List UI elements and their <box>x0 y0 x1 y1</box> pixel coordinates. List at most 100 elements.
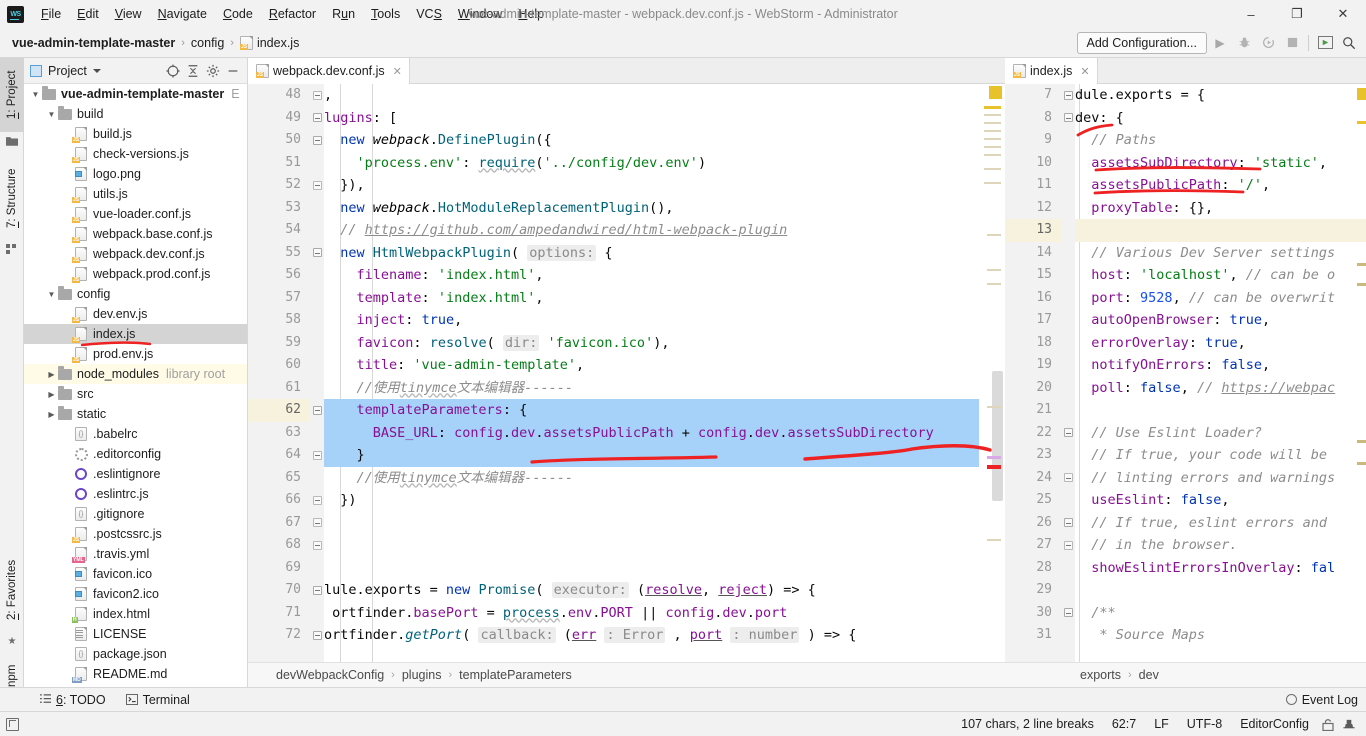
menu-navigate[interactable]: Navigate <box>150 3 215 26</box>
tree-item-static[interactable]: ▶ static <box>24 404 247 424</box>
status-line-separator[interactable]: LF <box>1145 717 1178 731</box>
menu-window[interactable]: Window <box>450 3 510 26</box>
code-line[interactable]: favicon: resolve( dir: 'favicon.ico'), <box>324 332 979 355</box>
code-line[interactable]: * Source Maps <box>1075 624 1366 647</box>
gear-icon[interactable] <box>203 61 223 81</box>
tree-item-vue-loader-conf-js[interactable]: JS vue-loader.conf.js <box>24 204 247 224</box>
lock-icon[interactable] <box>1318 718 1338 731</box>
tab-index-js[interactable]: index.js ✕ <box>1005 58 1098 84</box>
tree-item-gitignore[interactable]: {} .gitignore <box>24 504 247 524</box>
code-line[interactable]: assetsSubDirectory: 'static', <box>1075 152 1366 175</box>
code-line[interactable]: useEslint: false, <box>1075 489 1366 512</box>
tool-window-todo[interactable]: 6: TODO <box>30 688 116 712</box>
code-line[interactable]: poll: false, // https://webpac <box>1075 377 1366 400</box>
tree-item-postcssrc-js[interactable]: JS .postcssrc.js <box>24 524 247 544</box>
fold-gutter-left[interactable] <box>310 84 324 662</box>
warning-marker[interactable] <box>1357 263 1366 266</box>
breadcrumb-config[interactable]: config <box>188 35 227 51</box>
project-tree[interactable]: ▼ vue-admin-template-master E ▼ build JS build… <box>24 84 247 687</box>
code-line[interactable]: filename: 'index.html', <box>324 264 979 287</box>
code-line[interactable]: ortfinder.getPort( callback: (err : Erro… <box>324 624 979 647</box>
code-line[interactable]: autoOpenBrowser: true, <box>1075 309 1366 332</box>
run-with-coverage-icon[interactable] <box>1257 32 1279 54</box>
tree-item-favicon-ico[interactable]: favicon.ico <box>24 564 247 584</box>
menu-run[interactable]: Run <box>324 3 363 26</box>
code-line[interactable]: new webpack.DefinePlugin({ <box>324 129 979 152</box>
tree-item-utils-js[interactable]: JS utils.js <box>24 184 247 204</box>
code-line[interactable]: //使用tinymce文本编辑器------ <box>324 377 979 400</box>
warning-marker[interactable] <box>1357 88 1366 100</box>
tree-item-check-versions-js[interactable]: JS check-versions.js <box>24 144 247 164</box>
code-line[interactable]: ortfinder.basePort = process.env.PORT ||… <box>324 602 979 625</box>
fold-marker[interactable] <box>310 512 324 535</box>
code-line[interactable]: showEslintErrorsInOverlay: fal <box>1075 557 1366 580</box>
tree-item-editorconfig[interactable]: .editorconfig <box>24 444 247 464</box>
code-line[interactable]: // If true, your code will be <box>1075 444 1366 467</box>
code-line[interactable]: new HtmlWebpackPlugin( options: { <box>324 242 979 265</box>
code-line[interactable]: // https://github.com/ampedandwired/html… <box>324 219 979 242</box>
close-button[interactable]: ✕ <box>1320 0 1366 28</box>
code-line[interactable]: }), <box>324 174 979 197</box>
code-area-left[interactable]: , lugins: [ new webpack.DefinePlugin({ 'p… <box>324 84 979 662</box>
warning-marker[interactable] <box>987 283 1001 285</box>
warning-marker[interactable] <box>987 269 1001 271</box>
layout-icon[interactable] <box>1314 32 1336 54</box>
menu-file[interactable]: File <box>33 3 69 26</box>
warning-marker[interactable] <box>1357 440 1366 443</box>
tree-item-index-js[interactable]: JS index.js <box>24 324 247 344</box>
code-line[interactable]: // Use Eslint Loader? <box>1075 422 1366 445</box>
fold-marker[interactable] <box>310 444 324 467</box>
code-line[interactable]: // If true, eslint errors and <box>1075 512 1366 535</box>
fold-marker[interactable] <box>1061 602 1075 625</box>
tree-item-eslintignore[interactable]: .eslintignore <box>24 464 247 484</box>
sidebar-item-favorites[interactable]: 2: Favorites <box>0 548 24 632</box>
chevron-right-icon[interactable]: ▶ <box>46 370 57 379</box>
code-line[interactable] <box>324 557 979 580</box>
fold-gutter-right[interactable] <box>1061 84 1075 662</box>
tree-item-favicon2-ico[interactable]: favicon2.ico <box>24 584 247 604</box>
fold-marker[interactable] <box>1061 512 1075 535</box>
tree-item-babelrc[interactable]: {} .babelrc <box>24 424 247 444</box>
chevron-down-icon[interactable]: ▼ <box>46 110 57 119</box>
fold-marker[interactable] <box>1061 84 1075 107</box>
fold-marker[interactable] <box>1061 422 1075 445</box>
tree-item-webpack-dev-conf-js[interactable]: JS webpack.dev.conf.js <box>24 244 247 264</box>
code-line[interactable]: notifyOnErrors: false, <box>1075 354 1366 377</box>
warning-marker[interactable] <box>984 106 1001 109</box>
tree-item-license[interactable]: LICENSE <box>24 624 247 644</box>
tree-item-index-html[interactable]: Hindex.html <box>24 604 247 624</box>
tab-webpack-dev-conf[interactable]: webpack.dev.conf.js ✕ <box>248 58 410 84</box>
code-line[interactable]: 'process.env': require('../config/dev.en… <box>324 152 979 175</box>
code-line[interactable] <box>1075 399 1366 422</box>
selection-marker[interactable] <box>987 456 1001 459</box>
code-line[interactable]: , <box>324 84 979 107</box>
code-line[interactable]: dule.exports = { <box>1075 84 1366 107</box>
warning-marker[interactable] <box>984 122 1001 124</box>
fold-marker[interactable] <box>310 84 324 107</box>
editor-breadcrumb-item[interactable]: templateParameters <box>459 668 572 682</box>
code-line[interactable] <box>324 512 979 535</box>
code-line[interactable]: templateParameters: { <box>324 399 979 422</box>
status-encoding[interactable]: UTF-8 <box>1178 717 1231 731</box>
code-line[interactable]: // Paths <box>1075 129 1366 152</box>
code-line[interactable] <box>1075 219 1366 242</box>
close-icon[interactable]: ✕ <box>1080 65 1089 78</box>
editor-left[interactable]: 48 49 50 51 52 53 54 55 56 57 58 59 60 61 62 63 64 65 66 67… <box>248 84 1005 662</box>
tree-item-travis-yml[interactable]: YML .travis.yml <box>24 544 247 564</box>
annotation-marker[interactable] <box>987 465 1001 469</box>
tree-item-build[interactable]: ▼ build <box>24 104 247 124</box>
tree-item-webpack-base-conf-js[interactable]: JS webpack.base.conf.js <box>24 224 247 244</box>
code-line[interactable]: }) <box>324 489 979 512</box>
fold-marker[interactable] <box>310 129 324 152</box>
code-line[interactable]: // in the browser. <box>1075 534 1366 557</box>
chevron-down-icon[interactable] <box>92 68 101 73</box>
warning-marker[interactable] <box>984 154 1001 156</box>
fold-marker[interactable] <box>310 399 324 422</box>
fold-marker[interactable] <box>1061 107 1075 130</box>
tree-item-eslintrc-js[interactable]: .eslintrc.js <box>24 484 247 504</box>
close-icon[interactable]: ✕ <box>393 65 402 78</box>
code-line[interactable]: inject: true, <box>324 309 979 332</box>
code-line[interactable]: dev: { <box>1075 107 1366 130</box>
warning-marker[interactable] <box>984 146 1001 148</box>
menu-help[interactable]: Help <box>510 3 552 26</box>
